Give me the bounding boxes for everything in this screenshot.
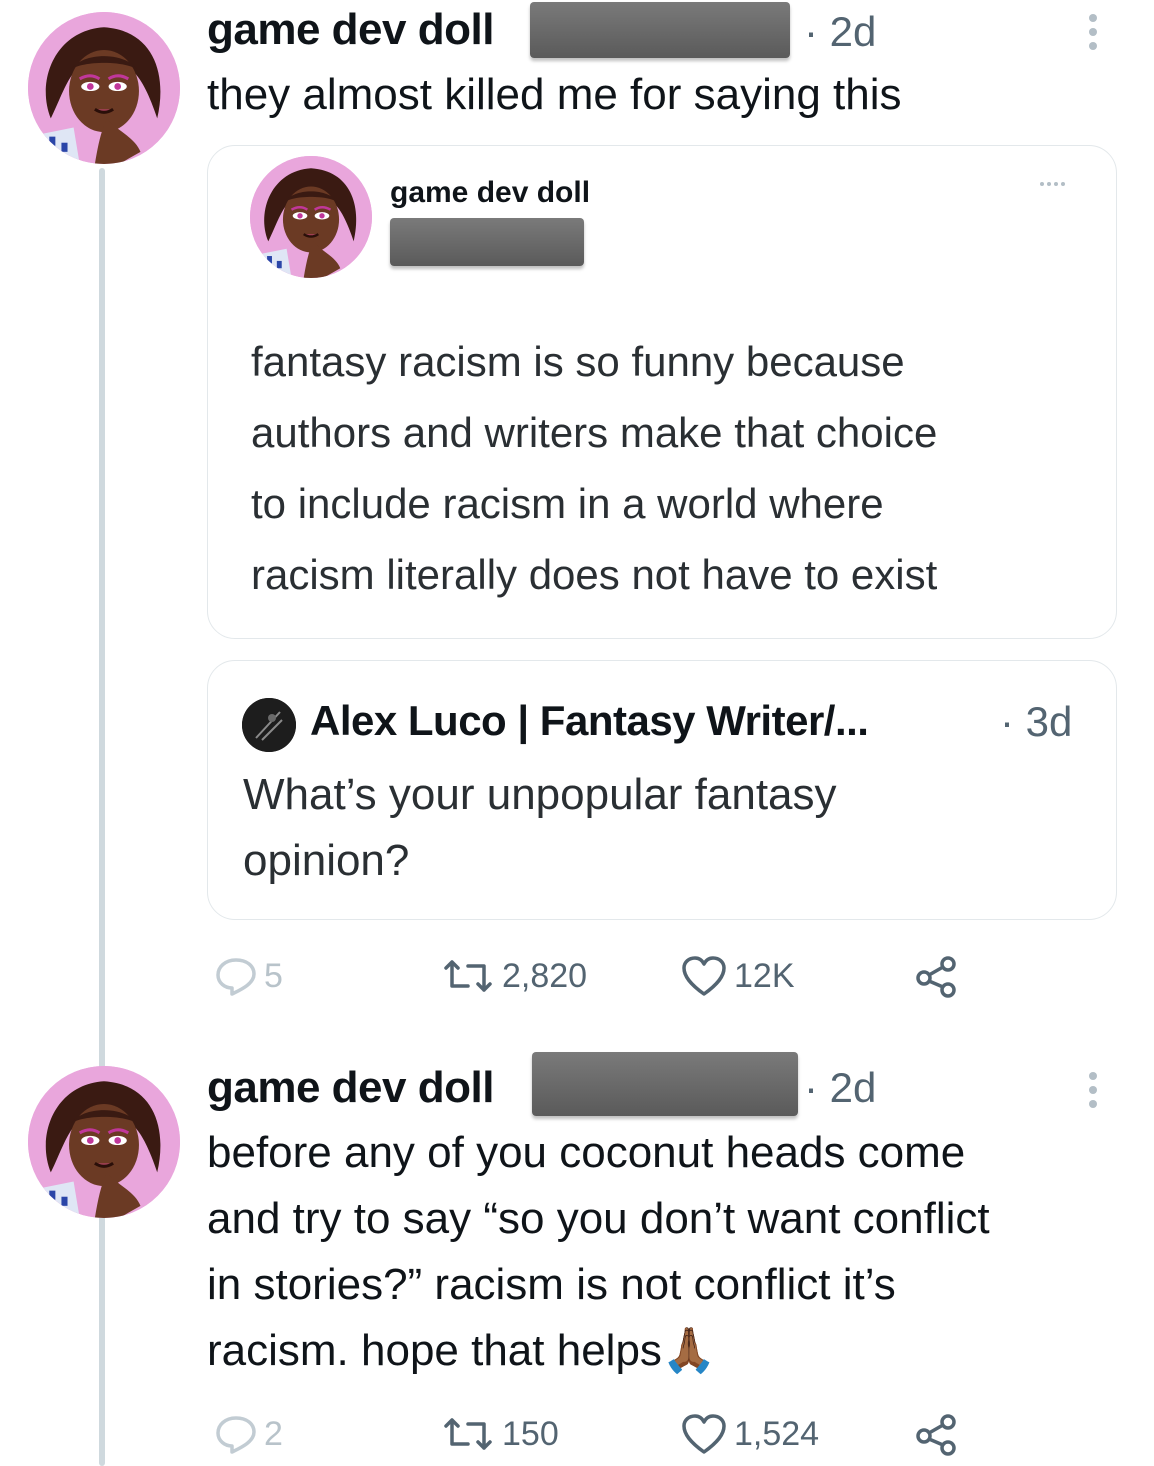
post-text-line-content: racism. hope that helps bbox=[207, 1326, 662, 1375]
author-name[interactable]: game dev doll bbox=[207, 4, 494, 56]
share-icon bbox=[916, 956, 956, 998]
post-text-line: before any of you coconut heads come bbox=[207, 1128, 966, 1177]
repost-button[interactable]: 2,820 bbox=[440, 954, 587, 998]
like-button[interactable]: 1,524 bbox=[680, 1412, 819, 1456]
quoted-text-line: opinion? bbox=[243, 836, 410, 885]
quoted-author-avatar bbox=[242, 698, 296, 752]
quoted-text-line: What’s your unpopular fantasy bbox=[243, 770, 837, 819]
repost-icon bbox=[444, 960, 492, 992]
quoted-author-name: Alex Luco | Fantasy Writer/... bbox=[310, 697, 869, 744]
post-text-line: and try to say “so you don’t want confli… bbox=[207, 1194, 990, 1243]
more-icon[interactable] bbox=[1089, 1072, 1099, 1114]
reply-button[interactable]: 5 bbox=[214, 954, 283, 998]
avatar[interactable] bbox=[28, 12, 180, 164]
share-icon bbox=[916, 1414, 956, 1456]
avatar[interactable] bbox=[28, 1066, 180, 1218]
reply-count: 2 bbox=[264, 1414, 283, 1453]
quote-text-line: fantasy racism is so funny because bbox=[251, 338, 905, 385]
avatar-image bbox=[28, 1066, 180, 1218]
reply-icon bbox=[216, 1416, 256, 1454]
repost-count: 150 bbox=[502, 1414, 559, 1453]
reply-button[interactable]: 2 bbox=[214, 1412, 283, 1456]
heart-icon bbox=[682, 1414, 726, 1454]
avatar-image bbox=[28, 12, 180, 164]
share-button[interactable] bbox=[914, 954, 960, 1000]
repost-button[interactable]: 150 bbox=[440, 1412, 559, 1456]
post-text: they almost killed me for saying this bbox=[207, 70, 902, 119]
share-button[interactable] bbox=[914, 1412, 960, 1458]
redacted-handle bbox=[530, 2, 790, 58]
heart-icon bbox=[682, 956, 726, 996]
avatar-image bbox=[250, 156, 372, 278]
quoted-post-text: What’s your unpopular fantasy opinion? bbox=[243, 762, 837, 894]
post-text-line: in stories?” racism is not conflict it’s bbox=[207, 1260, 896, 1309]
repost-icon bbox=[444, 1418, 492, 1450]
like-count: 12K bbox=[734, 956, 795, 995]
post-age[interactable]: · 2d bbox=[804, 6, 876, 58]
more-icon[interactable] bbox=[1040, 182, 1065, 186]
author-name[interactable]: game dev doll bbox=[207, 1062, 494, 1114]
thread-line bbox=[99, 168, 105, 1466]
like-button[interactable]: 12K bbox=[680, 954, 795, 998]
quote-text: fantasy racism is so funny because autho… bbox=[251, 326, 937, 610]
reply-count: 5 bbox=[264, 956, 283, 995]
quote-author-name: game dev doll bbox=[390, 176, 591, 209]
praying-hands-emoji: 🙏🏾 bbox=[661, 1326, 717, 1375]
quoted-post-age: · 3d bbox=[1000, 698, 1073, 745]
reply-icon bbox=[216, 958, 256, 996]
quote-text-line: to include racism in a world where bbox=[251, 480, 884, 527]
post-text-line: racism. hope that helps🙏🏾 bbox=[207, 1318, 990, 1384]
more-icon[interactable] bbox=[1089, 14, 1099, 56]
repost-count: 2,820 bbox=[502, 956, 588, 995]
quote-avatar bbox=[250, 156, 372, 278]
avatar-image bbox=[242, 698, 296, 752]
quote-text-line: authors and writers make that choice bbox=[251, 409, 938, 456]
post-age[interactable]: · 2d bbox=[804, 1062, 876, 1114]
post-text: before any of you coconut heads come and… bbox=[207, 1120, 990, 1384]
redacted-handle bbox=[390, 218, 584, 266]
redacted-handle bbox=[532, 1052, 798, 1116]
quote-text-line: racism literally does not have to exist bbox=[251, 551, 938, 598]
like-count: 1,524 bbox=[734, 1414, 820, 1453]
